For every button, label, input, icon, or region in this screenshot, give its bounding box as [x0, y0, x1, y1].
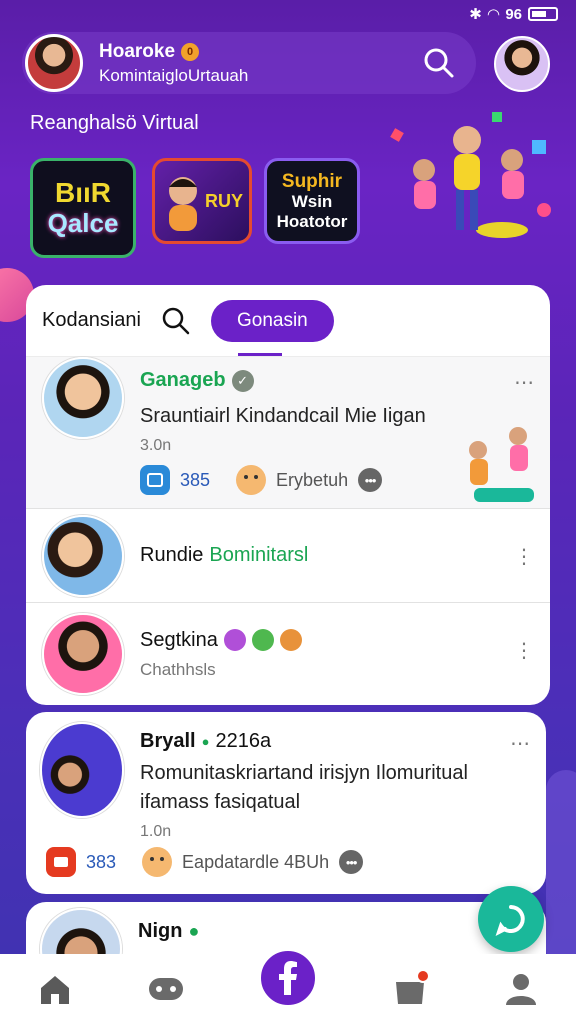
list-item[interactable]: Rundie Bominitarsl ⋮: [26, 509, 550, 603]
user-name[interactable]: Segtkina: [140, 629, 218, 652]
friend-avatar[interactable]: [494, 36, 550, 92]
heart-icon: ●: [188, 921, 200, 941]
avatar[interactable]: [42, 357, 124, 439]
avatar[interactable]: [42, 514, 124, 597]
wifi-icon: ◠: [487, 6, 500, 23]
list-item[interactable]: Ganageb ✓ Srauntiairl Kindandcail Mie Ii…: [26, 357, 550, 509]
post-text: ifamass fasiqatual: [140, 791, 301, 813]
home-icon: [41, 976, 70, 1004]
dancing-kids-illustration: [390, 112, 551, 238]
comment-icon[interactable]: •••: [358, 468, 383, 492]
game-tile-2[interactable]: RUY: [152, 158, 252, 244]
tile-subtitle: Wsin: [291, 192, 333, 212]
emoji-icon: [279, 629, 302, 651]
tile-subtitle: Qalce: [47, 208, 119, 239]
decorative-shape: [546, 770, 576, 970]
profile-header[interactable]: Hoaroke 0 KomintaigloUrtauah: [22, 32, 476, 94]
search-icon[interactable]: [422, 46, 456, 80]
emoji-icon: [142, 847, 173, 877]
signal-text: 96: [505, 5, 522, 23]
list-item[interactable]: Segtkina Chathhsls ⋮: [26, 603, 550, 705]
nav-games[interactable]: [146, 969, 186, 1009]
tab-gonasin[interactable]: Gonasin: [210, 299, 334, 342]
profile-subtitle: KomintaigloUrtauah: [99, 65, 249, 85]
post-text: Romunitaskriartand irisjyn Ilomuritual: [140, 762, 468, 784]
more-options-icon[interactable]: ⋮: [514, 641, 534, 661]
user-name[interactable]: Rundie: [140, 544, 203, 567]
tabs-row: Kodansiani Gonasin: [26, 285, 550, 357]
kid-character-icon: [168, 177, 197, 231]
feed-card: Kodansiani Gonasin Ganageb ✓ Srauntiairl…: [26, 285, 550, 705]
notification-badge: [415, 969, 430, 983]
user-name[interactable]: Bryall: [140, 730, 196, 753]
avatar[interactable]: [42, 613, 124, 695]
tile-title: BııR: [55, 177, 111, 209]
like-count: 385: [180, 469, 211, 490]
gamepad-icon: [149, 978, 184, 1000]
gallery-icon[interactable]: [140, 465, 170, 495]
facebook-icon: [278, 961, 297, 995]
status-bar: ✱ ◠ 96: [416, 0, 576, 28]
verified-icon: ✓: [231, 369, 254, 392]
game-tile-3[interactable]: Suphir Wsin Hoatotor: [264, 158, 360, 244]
avatar[interactable]: [25, 34, 83, 92]
section-title: Reanghalsö Virtual: [30, 112, 199, 134]
nav-profile[interactable]: [501, 969, 541, 1009]
online-icon: ●: [201, 734, 210, 749]
emoji-icon: [251, 629, 274, 651]
battery-icon: [528, 7, 558, 21]
more-options-icon[interactable]: ⋯: [514, 373, 534, 393]
reaction-label: Erybetuh: [276, 469, 349, 490]
post-time: 1.0n: [140, 823, 172, 840]
user-name[interactable]: Nign: [138, 920, 182, 943]
bluetooth-icon: ✱: [469, 6, 482, 23]
search-icon[interactable]: [161, 306, 191, 336]
game-tile-1[interactable]: BııR Qalce: [30, 158, 136, 258]
video-icon[interactable]: [46, 847, 76, 877]
nav-store[interactable]: [390, 969, 430, 1009]
kids-sticker-illustration: [469, 427, 534, 502]
active-tab-indicator: [238, 353, 282, 356]
more-options-icon[interactable]: ⋮: [514, 547, 534, 567]
nav-home[interactable]: [35, 969, 75, 1009]
profile-name: Hoaroke: [99, 40, 176, 62]
comment-icon[interactable]: •••: [339, 850, 364, 874]
level-badge: 0: [181, 42, 200, 61]
emoji-icon: [223, 629, 246, 651]
user-tag: 2216a: [215, 730, 272, 752]
more-options-icon[interactable]: ⋯: [510, 734, 530, 754]
user-subtitle: Chathhsls: [140, 659, 216, 679]
tile-title: Suphir: [281, 170, 343, 192]
bottom-nav: [0, 947, 576, 1024]
emoji-icon: [236, 465, 267, 495]
post-card[interactable]: Bryall ● 2216a Romunitaskriartand irisjy…: [26, 712, 546, 894]
user-tag: Bominitarsl: [209, 544, 309, 566]
chat-bubble-icon: [495, 905, 525, 936]
person-icon: [505, 974, 536, 1005]
user-name[interactable]: Ganageb: [140, 369, 226, 392]
nav-create[interactable]: [256, 947, 319, 1009]
tile-title: RUY: [204, 190, 243, 211]
like-count: 383: [86, 851, 117, 872]
avatar[interactable]: [40, 722, 124, 818]
tile-caption: Hoatotor: [276, 211, 348, 231]
tab-kodansiani[interactable]: Kodansiani: [42, 309, 141, 332]
reaction-label: Eapdatardle 4BUh: [182, 851, 330, 872]
chat-fab-button[interactable]: [478, 886, 544, 952]
